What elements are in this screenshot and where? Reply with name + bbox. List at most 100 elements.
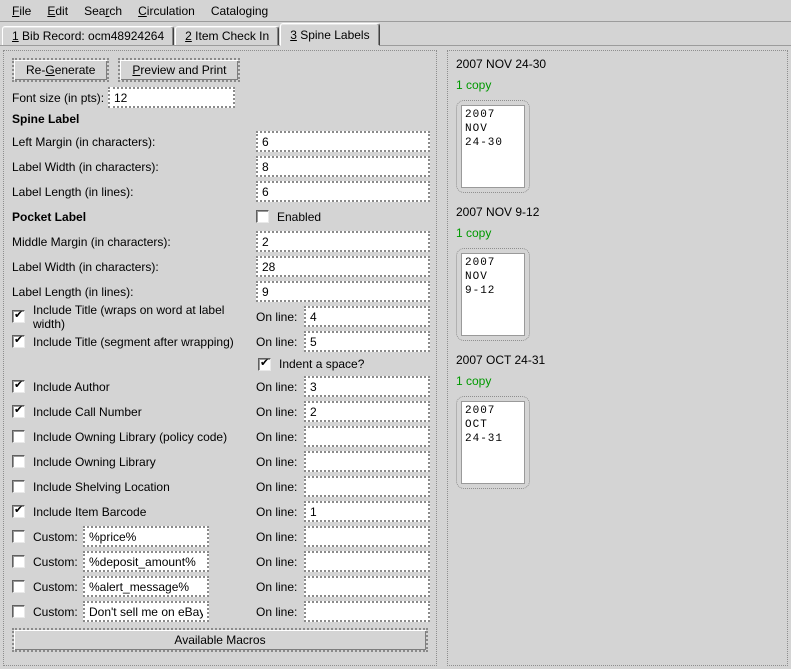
include-shelving-location-checkbox[interactable] (12, 480, 25, 493)
menu-item-file[interactable]: File (4, 2, 39, 20)
custom-1-value-field[interactable] (83, 526, 209, 547)
spine-label-heading: Spine Label (12, 112, 428, 126)
left-margin-field[interactable] (256, 131, 430, 152)
spine-label-length-field[interactable] (256, 181, 430, 202)
regenerate-button[interactable]: Re-Generate (12, 58, 109, 82)
custom-row-4: Custom: On line: (12, 601, 428, 622)
left-margin-row: Left Margin (in characters): (12, 131, 428, 152)
label-group-title: 2007 OCT 24-31 (456, 353, 779, 367)
tab-bar: 1 Bib Record: ocm48924264 2 Item Check I… (0, 22, 791, 46)
on-line-label: On line: (256, 310, 304, 324)
call-number-on-line-field[interactable] (304, 401, 430, 422)
on-line-label: On line: (256, 505, 304, 519)
include-author-row: Include Author On line: (12, 376, 428, 397)
app-window: File Edit Search Circulation Cataloging … (0, 0, 791, 669)
middle-margin-label: Middle Margin (in characters): (12, 235, 256, 249)
custom-3-checkbox[interactable] (12, 580, 25, 593)
spine-label-preview: 2007 NOV 9-12 (456, 248, 530, 341)
on-line-label: On line: (256, 380, 304, 394)
author-on-line-field[interactable] (304, 376, 430, 397)
include-author-checkbox[interactable] (12, 380, 25, 393)
include-title-segment-row: Include Title (segment after wrapping) O… (12, 331, 428, 352)
title-segment-on-line-field[interactable] (304, 331, 430, 352)
pocket-label-heading-row: Pocket Label Enabled (12, 206, 428, 227)
pocket-label-width-field[interactable] (256, 256, 430, 277)
item-barcode-on-line-field[interactable] (304, 501, 430, 522)
toolbar: Re-Generate Preview and Print (12, 58, 428, 82)
title-wrap-on-line-field[interactable] (304, 306, 430, 327)
tab-bib-record[interactable]: 1 Bib Record: ocm48924264 (2, 26, 174, 45)
custom-2-checkbox[interactable] (12, 555, 25, 568)
custom-3-value-field[interactable] (83, 576, 209, 597)
custom-row-3: Custom: On line: (12, 576, 428, 597)
spine-label-width-label: Label Width (in characters): (12, 160, 256, 174)
label-group-title: 2007 NOV 24-30 (456, 57, 779, 71)
pocket-enabled-checkbox[interactable] (256, 210, 269, 223)
spine-label-config-panel: Re-Generate Preview and Print Font size … (3, 50, 437, 666)
custom-4-on-line-field[interactable] (304, 601, 430, 622)
on-line-label: On line: (256, 605, 304, 619)
tab-item-check-in[interactable]: 2 Item Check In (175, 26, 279, 45)
font-size-row: Font size (in pts): (12, 87, 428, 108)
include-title-wrap-checkbox[interactable] (12, 310, 25, 323)
content-area: Re-Generate Preview and Print Font size … (0, 46, 791, 669)
available-macros-button[interactable]: Available Macros (12, 628, 428, 652)
include-owning-library-label: Include Owning Library (33, 455, 156, 469)
menu-item-cataloging[interactable]: Cataloging (203, 2, 276, 20)
custom-3-on-line-field[interactable] (304, 576, 430, 597)
label-group: 2007 NOV 24-30 1 copy 2007 NOV 24-30 (456, 57, 779, 193)
tab-spine-labels[interactable]: 3 Spine Labels (280, 23, 379, 46)
spine-label-width-field[interactable] (256, 156, 430, 177)
custom-2-on-line-field[interactable] (304, 551, 430, 572)
menu-item-edit[interactable]: Edit (39, 2, 76, 20)
owning-library-policy-on-line-field[interactable] (304, 426, 430, 447)
include-call-number-checkbox[interactable] (12, 405, 25, 418)
menu-item-circulation[interactable]: Circulation (130, 2, 203, 20)
custom-4-value-field[interactable] (83, 601, 209, 622)
font-size-field[interactable] (108, 87, 235, 108)
include-title-segment-label: Include Title (segment after wrapping) (33, 335, 234, 349)
include-title-wrap-label: Include Title (wraps on word at label wi… (33, 303, 256, 331)
include-title-segment-checkbox[interactable] (12, 335, 25, 348)
panel-splitter[interactable] (437, 50, 447, 666)
include-owning-library-checkbox[interactable] (12, 455, 25, 468)
on-line-label: On line: (256, 430, 304, 444)
spine-label-preview-text: 2007 NOV 24-30 (461, 105, 525, 188)
copy-count: 1 copy (456, 374, 779, 388)
on-line-label: On line: (256, 555, 304, 569)
on-line-label: On line: (256, 580, 304, 594)
include-owning-library-policy-row: Include Owning Library (policy code) On … (12, 426, 428, 447)
middle-margin-field[interactable] (256, 231, 430, 252)
custom-4-checkbox[interactable] (12, 605, 25, 618)
custom-1-checkbox[interactable] (12, 530, 25, 543)
include-author-label: Include Author (33, 380, 110, 394)
include-item-barcode-checkbox[interactable] (12, 505, 25, 518)
spine-label-preview-text: 2007 OCT 24-31 (461, 401, 525, 484)
left-margin-label: Left Margin (in characters): (12, 135, 256, 149)
spine-label-width-row: Label Width (in characters): (12, 156, 428, 177)
shelving-location-on-line-field[interactable] (304, 476, 430, 497)
menu-item-search[interactable]: Search (76, 2, 130, 20)
include-call-number-label: Include Call Number (33, 405, 142, 419)
font-size-label: Font size (in pts): (12, 91, 108, 105)
copy-count: 1 copy (456, 226, 779, 240)
include-owning-library-policy-checkbox[interactable] (12, 430, 25, 443)
indent-space-checkbox[interactable] (258, 358, 271, 371)
include-call-number-row: Include Call Number On line: (12, 401, 428, 422)
include-title-wrap-row: Include Title (wraps on word at label wi… (12, 306, 428, 327)
custom-1-on-line-field[interactable] (304, 526, 430, 547)
pocket-label-heading: Pocket Label (12, 210, 256, 224)
indent-space-row: Indent a space? (12, 356, 428, 372)
spine-label-length-row: Label Length (in lines): (12, 181, 428, 202)
label-preview-panel: 2007 NOV 24-30 1 copy 2007 NOV 24-30 200… (447, 50, 788, 666)
label-group-title: 2007 NOV 9-12 (456, 205, 779, 219)
owning-library-on-line-field[interactable] (304, 451, 430, 472)
pocket-label-length-label: Label Length (in lines): (12, 285, 256, 299)
pocket-enabled-label: Enabled (277, 210, 321, 224)
pocket-label-length-field[interactable] (256, 281, 430, 302)
include-owning-library-row: Include Owning Library On line: (12, 451, 428, 472)
preview-and-print-button[interactable]: Preview and Print (118, 58, 240, 82)
label-group: 2007 OCT 24-31 1 copy 2007 OCT 24-31 (456, 353, 779, 489)
custom-2-value-field[interactable] (83, 551, 209, 572)
include-item-barcode-label: Include Item Barcode (33, 505, 146, 519)
